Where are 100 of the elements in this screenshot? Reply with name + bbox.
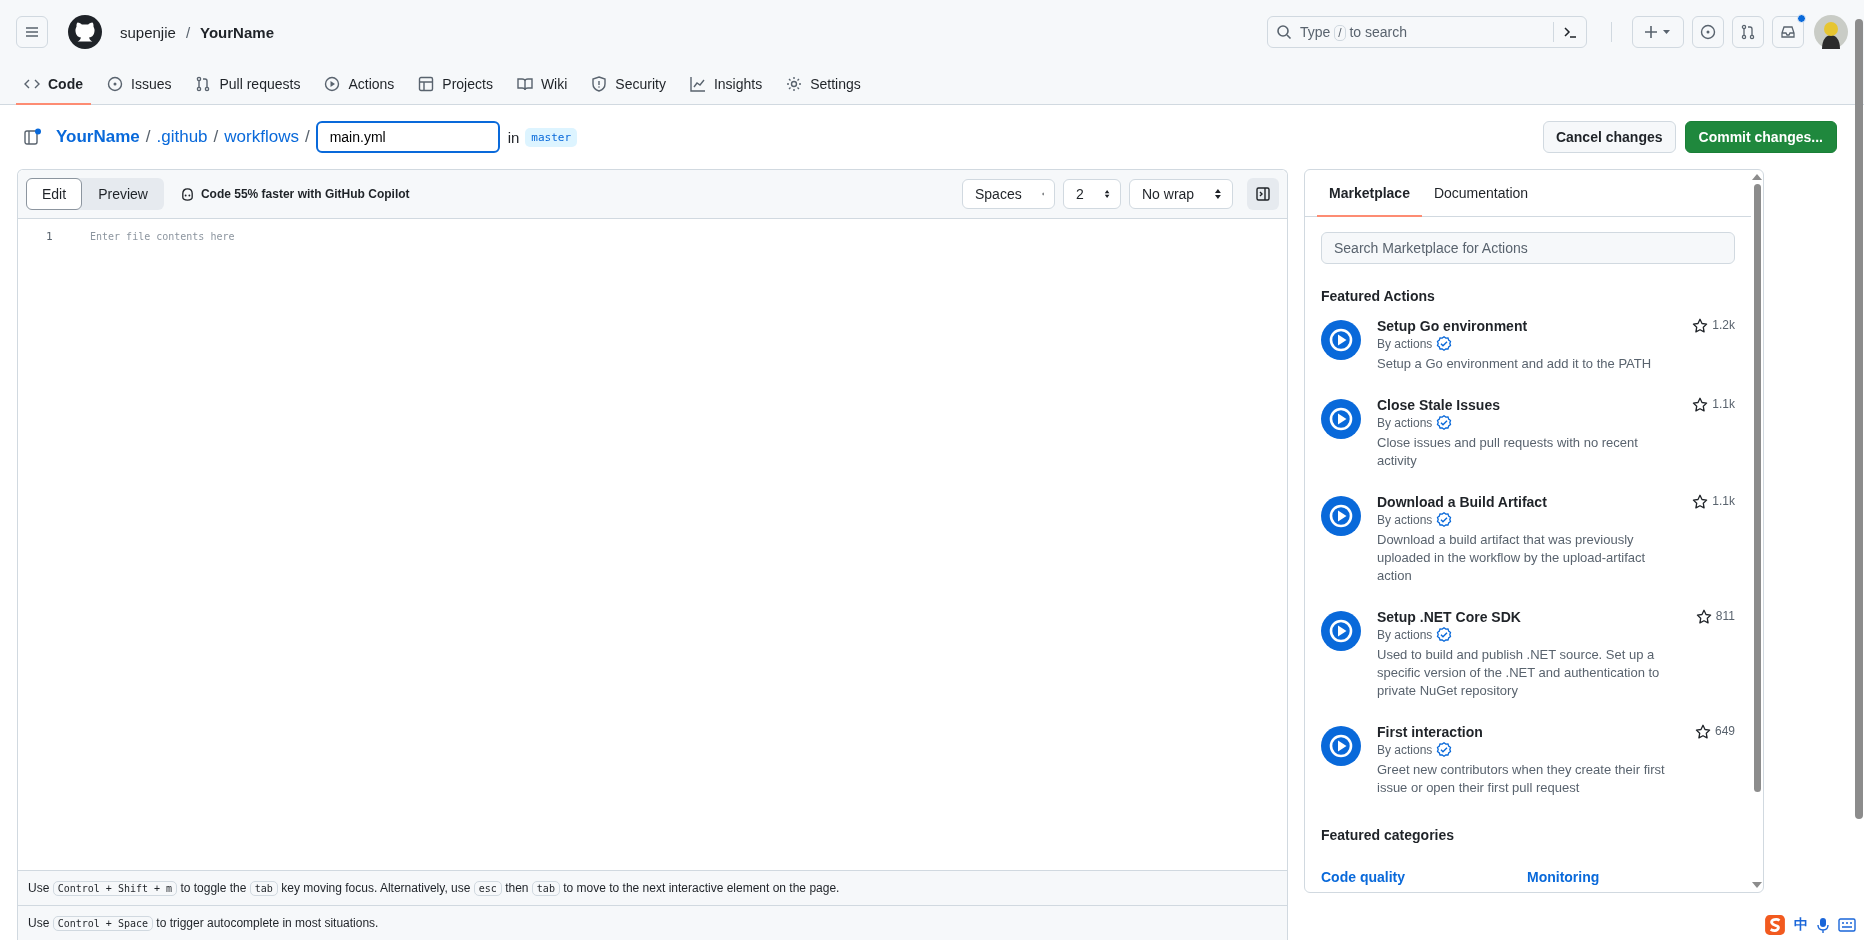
owner-link[interactable]: supenjie	[120, 23, 176, 41]
action-title-link[interactable]: Close Stale Issues	[1377, 397, 1677, 413]
line-number: 1	[46, 229, 54, 245]
marketplace-search-field[interactable]: Search Marketplace for Actions	[1321, 232, 1735, 264]
hint-text: Use Control + Shift + m to toggle the tab key moving focus. Alternatively, use esc then tab to move to the next interactive element on the page.	[28, 881, 840, 895]
category-link[interactable]: Code quality	[1321, 869, 1527, 885]
hint-text: Use Control + Space to trigger autocomplete in most situations.	[28, 916, 379, 930]
action-play-icon	[1321, 496, 1361, 536]
action-description: Close issues and pull requests with no recent activity	[1377, 434, 1639, 470]
section-heading: Featured categories	[1321, 827, 1456, 843]
breadcrumb-link[interactable]: .github	[156, 127, 208, 147]
search-icon	[1276, 24, 1292, 40]
inbox-icon	[1780, 24, 1796, 40]
menu-icon	[24, 24, 40, 40]
keyboard-icon[interactable]	[1838, 918, 1856, 932]
create-new-button[interactable]	[1632, 16, 1684, 48]
action-title-link[interactable]: Setup Go environment	[1377, 318, 1677, 334]
path-separator: /	[213, 127, 219, 147]
star-count: 1.1k	[1712, 494, 1735, 508]
input-method-logo-icon[interactable]	[1764, 914, 1786, 936]
path-separator: /	[145, 127, 151, 147]
circle-dot-icon	[107, 75, 123, 92]
nav-tab[interactable]: Projects	[410, 64, 501, 105]
copilot-icon	[179, 186, 195, 202]
action-play-icon	[1321, 726, 1361, 766]
pull-request-icon	[1740, 24, 1756, 40]
nav-tab[interactable]: Code	[16, 64, 91, 105]
dropdown[interactable]: Spaces	[962, 179, 1055, 209]
breadcrumb-link[interactable]: YourName	[56, 127, 140, 147]
star-count: 1.1k	[1712, 397, 1735, 411]
author-text: By actions	[1377, 337, 1433, 351]
nav-tab[interactable]: Settings	[778, 64, 869, 105]
star-count: 649	[1714, 724, 1735, 738]
dropdown[interactable]: 2	[1063, 179, 1121, 209]
branch-name: master	[525, 127, 578, 147]
star-icon	[1692, 397, 1709, 413]
pull-request-icon	[195, 75, 212, 92]
pull-requests-button[interactable]	[1732, 16, 1764, 48]
cat-logo-icon[interactable]	[68, 15, 102, 49]
search-field[interactable]: Type / to search	[1267, 16, 1587, 48]
action-description: Setup a Go environment and add it to the PATH	[1377, 355, 1653, 373]
star-icon	[1694, 724, 1711, 740]
issues-button[interactable]	[1692, 16, 1724, 48]
action-description: Used to build and publish .NET source. Set up a specific version of the .NET and authentication to private NuGet repository	[1377, 646, 1661, 700]
section-heading: Featured Actions	[1321, 288, 1436, 304]
plus-caret-icon	[1644, 24, 1672, 40]
nav-tab[interactable]: Actions	[316, 64, 403, 105]
action-play-icon	[1321, 320, 1361, 360]
star-icon	[1692, 494, 1709, 510]
play-icon	[324, 75, 341, 92]
circle-dot-icon	[1700, 24, 1716, 40]
inbox-button[interactable]	[1772, 16, 1804, 48]
nav-tab[interactable]: Issues	[99, 64, 180, 105]
repo-link[interactable]: YourName	[200, 23, 274, 41]
settings-icon	[786, 75, 803, 92]
sidebar-icon	[1255, 186, 1271, 202]
nav-tab[interactable]: Pull requests	[187, 64, 309, 105]
cancel-button[interactable]: Cancel changes	[1542, 121, 1676, 153]
shield-icon	[591, 75, 608, 92]
author-text: By actions	[1377, 513, 1433, 527]
input-mode-indicator[interactable]: 中	[1794, 916, 1808, 934]
action-description: Download a build artifact that was previously uploaded in the workflow by the upload-artifact action	[1377, 531, 1647, 585]
commit-button[interactable]: Commit changes...	[1684, 121, 1837, 153]
author-text: By actions	[1377, 628, 1433, 642]
avatar[interactable]	[1814, 15, 1848, 49]
mode-tab[interactable]: Edit	[26, 178, 83, 210]
menu-button[interactable]	[16, 16, 48, 48]
updown-caret-icon	[1103, 188, 1110, 200]
file-tree-icon[interactable]	[24, 128, 42, 146]
star-icon	[1692, 318, 1709, 334]
branch-label: in	[507, 128, 520, 146]
path-separator: /	[185, 23, 191, 41]
author-text: By actions	[1377, 743, 1433, 757]
mode-tab[interactable]: Preview	[82, 178, 164, 210]
panel-tab[interactable]: Documentation	[1421, 170, 1541, 217]
nav-tab[interactable]: Wiki	[508, 64, 576, 105]
breadcrumb-link[interactable]: workflows	[224, 127, 299, 147]
action-title-link[interactable]: Setup .NET Core SDK	[1377, 609, 1680, 625]
panel-tab[interactable]: Marketplace	[1317, 170, 1422, 217]
action-title-link[interactable]: Download a Build Artifact	[1377, 494, 1677, 510]
star-count: 1.2k	[1712, 318, 1735, 332]
nav-tab[interactable]: Insights	[681, 64, 771, 105]
action-description: Greet new contributors when they create their first issue or open their first pull request	[1377, 761, 1666, 797]
path-separator: /	[304, 127, 310, 147]
updown-caret-icon	[1214, 188, 1222, 200]
panel-toggle-button[interactable]	[1247, 178, 1279, 210]
filename-field[interactable]: main.yml	[315, 121, 500, 153]
star-count: 811	[1715, 609, 1735, 623]
author-text: By actions	[1377, 416, 1433, 430]
action-play-icon	[1321, 399, 1361, 439]
nav-tab[interactable]: Security	[583, 64, 674, 105]
book-icon	[516, 75, 533, 92]
category-link[interactable]: Monitoring	[1527, 869, 1733, 885]
command-palette-icon[interactable]	[1562, 24, 1578, 40]
dropdown[interactable]: No wrap	[1129, 179, 1233, 209]
action-title-link[interactable]: First interaction	[1377, 724, 1679, 740]
table-icon	[418, 75, 435, 92]
copilot-promo-link[interactable]: Code 55% faster with GitHub Copilot	[200, 187, 410, 201]
star-icon	[1695, 609, 1712, 625]
microphone-icon[interactable]	[1816, 917, 1830, 933]
